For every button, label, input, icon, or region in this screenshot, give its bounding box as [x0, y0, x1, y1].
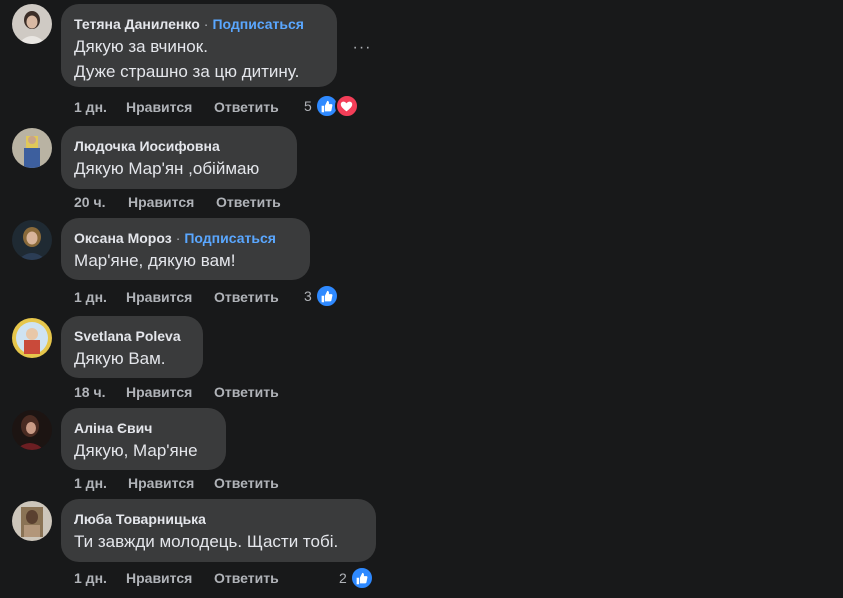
comment-text-line: Дуже страшно за цю дитину.	[74, 62, 300, 81]
reaction-summary[interactable]: 2	[339, 566, 374, 590]
reply-button[interactable]: Ответить	[214, 570, 279, 586]
comment-header: Люба Товарницька	[74, 510, 363, 528]
like-button[interactable]: Нравится	[126, 289, 192, 305]
like-icon	[314, 284, 339, 308]
reply-button[interactable]: Ответить	[214, 289, 279, 305]
more-options-icon[interactable]: ···	[352, 38, 372, 58]
reaction-count: 2	[339, 570, 347, 586]
like-button[interactable]: Нравится	[128, 475, 194, 491]
comment-header: Svetlana Poleva	[74, 327, 190, 345]
reaction-summary[interactable]: 5	[304, 94, 359, 118]
avatar[interactable]	[12, 4, 52, 44]
comment-header: Тетяна Даниленко · Подписаться	[74, 15, 324, 33]
comment-text-line: Дякую за вчинок.	[74, 37, 208, 56]
comment-text-line: Дякую, Мар'яне	[74, 441, 198, 460]
reply-button[interactable]: Ответить	[214, 99, 279, 115]
author-name[interactable]: Тетяна Даниленко	[74, 16, 200, 32]
love-icon	[334, 94, 359, 118]
comment-bubble: Людочка Иосифовна Дякую Мар'ян ,обіймаю	[61, 126, 297, 189]
comment-bubble: Тетяна Даниленко · Подписаться Дякую за вч…	[61, 4, 337, 87]
like-button[interactable]: Нравится	[128, 194, 194, 210]
reply-button[interactable]: Ответить	[214, 384, 279, 400]
timestamp[interactable]: 1 дн.	[74, 475, 107, 491]
comment-header: Оксана Мороз · Подписаться	[74, 229, 297, 247]
author-name[interactable]: Аліна Євич	[74, 420, 152, 436]
comment-bubble: Svetlana Poleva Дякую Вам.	[61, 316, 203, 378]
avatar[interactable]	[12, 501, 52, 541]
timestamp[interactable]: 18 ч.	[74, 384, 105, 400]
avatar[interactable]	[12, 318, 52, 358]
timestamp[interactable]: 1 дн.	[74, 99, 107, 115]
comment-header: Аліна Євич	[74, 419, 213, 437]
timestamp[interactable]: 1 дн.	[74, 289, 107, 305]
avatar[interactable]	[12, 220, 52, 260]
author-name[interactable]: Людочка Иосифовна	[74, 138, 220, 154]
like-button[interactable]: Нравится	[126, 384, 192, 400]
separator-dot: ·	[175, 230, 181, 246]
follow-link[interactable]: Подписаться	[212, 16, 304, 32]
comment-bubble: Оксана Мороз · Подписаться Мар'яне, дякую …	[61, 218, 310, 280]
comment-header: Людочка Иосифовна	[74, 137, 284, 155]
reaction-count: 3	[304, 288, 312, 304]
avatar[interactable]	[12, 128, 52, 168]
author-name[interactable]: Люба Товарницька	[74, 511, 206, 527]
reaction-count: 5	[304, 98, 312, 114]
like-button[interactable]: Нравится	[126, 570, 192, 586]
comment-text-line: Мар'яне, дякую вам!	[74, 251, 236, 270]
comment-bubble: Аліна Євич Дякую, Мар'яне	[61, 408, 226, 470]
like-button[interactable]: Нравится	[126, 99, 192, 115]
timestamp[interactable]: 20 ч.	[74, 194, 105, 210]
author-name[interactable]: Svetlana Poleva	[74, 328, 181, 344]
reply-button[interactable]: Ответить	[214, 475, 279, 491]
author-name[interactable]: Оксана Мороз	[74, 230, 172, 246]
follow-link[interactable]: Подписаться	[184, 230, 276, 246]
comment-bubble: Люба Товарницька Ти завжди молодець. Щас…	[61, 499, 376, 562]
timestamp[interactable]: 1 дн.	[74, 570, 107, 586]
avatar[interactable]	[12, 410, 52, 450]
reply-button[interactable]: Ответить	[216, 194, 281, 210]
like-icon	[349, 566, 374, 590]
reaction-summary[interactable]: 3	[304, 284, 339, 308]
comment-text-line: Ти завжди молодець. Щасти тобі.	[74, 532, 339, 551]
comment-text-line: Дякую Мар'ян ,обіймаю	[74, 159, 260, 178]
separator-dot: ·	[203, 16, 209, 32]
comment-text-line: Дякую Вам.	[74, 349, 166, 368]
